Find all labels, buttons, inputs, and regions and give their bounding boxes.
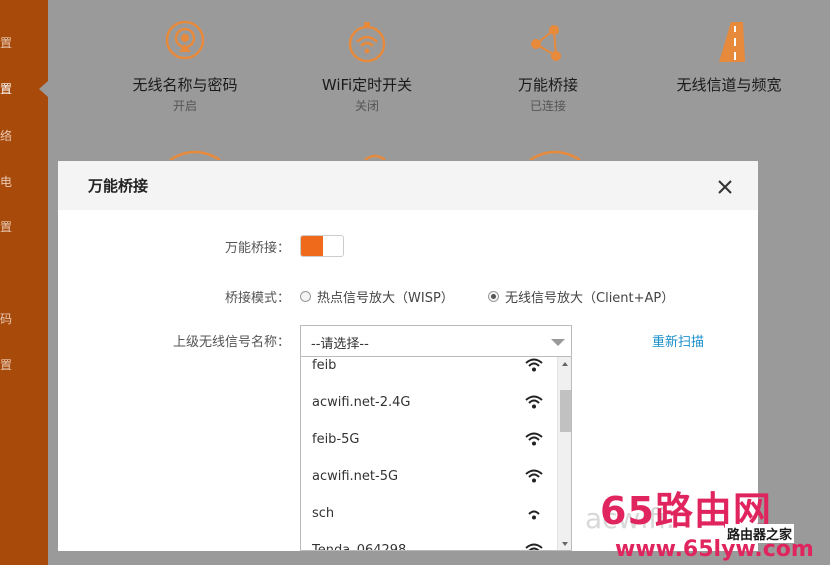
sidebar: 置 置 络 电 置 码 置 xyxy=(0,0,48,565)
bridge-toggle[interactable] xyxy=(300,235,344,257)
sidebar-item-0[interactable]: 置 xyxy=(0,36,14,50)
mode-radio-client-ap[interactable]: 无线信号放大（Client+AP） xyxy=(488,287,674,306)
list-item[interactable]: acwifi.net-2.4G xyxy=(301,385,557,422)
tile-row2-icon xyxy=(169,150,221,160)
tile-title: 无线名称与密码 xyxy=(132,76,238,94)
ssid-name: feib-5G xyxy=(312,432,360,447)
tile-wireless-name[interactable]: 无线名称与密码 开启 xyxy=(100,18,270,114)
dialog-header: 万能桥接 xyxy=(58,161,758,210)
road-channel-icon xyxy=(719,22,745,62)
tile-channel[interactable]: 无线信道与频宽 xyxy=(644,18,814,97)
list-item[interactable]: feib-5G xyxy=(301,422,557,459)
tile-status: 已连接 xyxy=(529,99,566,113)
list-item[interactable]: sch xyxy=(301,496,557,533)
sidebar-active-indicator xyxy=(39,81,48,97)
ssid-name: sch xyxy=(312,506,335,521)
wifi-timer-icon xyxy=(348,22,386,63)
mode-label: 桥接模式： xyxy=(224,291,290,306)
wifi-signal-icon xyxy=(525,469,543,483)
sidebar-item-3[interactable]: 电 xyxy=(0,175,14,189)
upstream-label: 上级无线信号名称： xyxy=(172,335,290,350)
sidebar-item-6[interactable]: 置 xyxy=(0,358,14,372)
tile-title: 万能桥接 xyxy=(517,76,578,94)
watermark: acwifi. 65路由网 路由器之家 www.65lyw.com xyxy=(585,480,830,565)
radio-checked-icon xyxy=(488,291,499,302)
ssid-name: acwifi.net-5G xyxy=(312,469,399,484)
wifi-signal-pin-icon xyxy=(165,20,205,60)
list-item[interactable]: feib xyxy=(301,357,557,385)
radio-label: 热点信号放大（WISP） xyxy=(317,291,454,306)
tile-status: 关闭 xyxy=(354,99,379,113)
sidebar-item-2[interactable]: 络 xyxy=(0,129,14,143)
watermark-url: www.65lyw.com xyxy=(615,537,814,562)
list-scrollbar[interactable] xyxy=(557,357,571,550)
wifi-signal-icon xyxy=(525,358,543,372)
ssid-name: feib xyxy=(312,358,337,373)
ssid-name: Tenda_064298 xyxy=(312,543,407,551)
sidebar-item-5[interactable]: 码 xyxy=(0,312,14,326)
ssid-name: acwifi.net-2.4G xyxy=(312,395,411,410)
wifi-signal-icon xyxy=(525,395,543,409)
scroll-up-icon[interactable] xyxy=(562,362,568,366)
sidebar-item-4[interactable]: 置 xyxy=(0,220,14,234)
scroll-down-icon[interactable] xyxy=(562,542,568,546)
bridge-label: 万能桥接： xyxy=(224,241,290,256)
radio-unchecked-icon xyxy=(300,291,311,302)
bridge-nodes-icon xyxy=(531,25,561,61)
chevron-down-icon xyxy=(551,339,565,346)
scroll-thumb[interactable] xyxy=(560,390,571,432)
tile-row2-icon xyxy=(364,154,386,160)
ssid-list: feib acwifi.net-2.4G feib-5G acwifi.net-… xyxy=(300,357,572,551)
sidebar-item-1[interactable]: 置 xyxy=(0,82,14,96)
wifi-signal-weak-icon xyxy=(528,510,540,520)
wifi-signal-icon xyxy=(525,432,543,446)
toggle-on-indicator xyxy=(301,236,323,256)
tile-bridge[interactable]: 万能桥接 已连接 xyxy=(463,18,633,114)
tile-title: 无线信道与频宽 xyxy=(676,76,782,94)
list-item[interactable]: Tenda_064298 xyxy=(301,533,557,551)
upstream-ssid-select[interactable]: --请选择-- xyxy=(300,325,572,357)
dialog-title: 万能桥接 xyxy=(88,177,149,195)
wifi-signal-icon xyxy=(525,543,543,550)
radio-label: 无线信号放大（Client+AP） xyxy=(505,291,675,306)
mode-radio-wisp[interactable]: 热点信号放大（WISP） xyxy=(300,287,454,306)
rescan-link[interactable]: 重新扫描 xyxy=(652,331,704,350)
tile-wifi-timer[interactable]: WiFi定时开关 关闭 xyxy=(282,18,452,114)
select-value: --请选择-- xyxy=(311,337,369,352)
tile-title: WiFi定时开关 xyxy=(321,76,413,94)
list-item[interactable]: acwifi.net-5G xyxy=(301,459,557,496)
tile-status: 开启 xyxy=(172,99,197,113)
tile-row2-icon xyxy=(529,150,581,160)
close-icon[interactable] xyxy=(716,178,734,196)
